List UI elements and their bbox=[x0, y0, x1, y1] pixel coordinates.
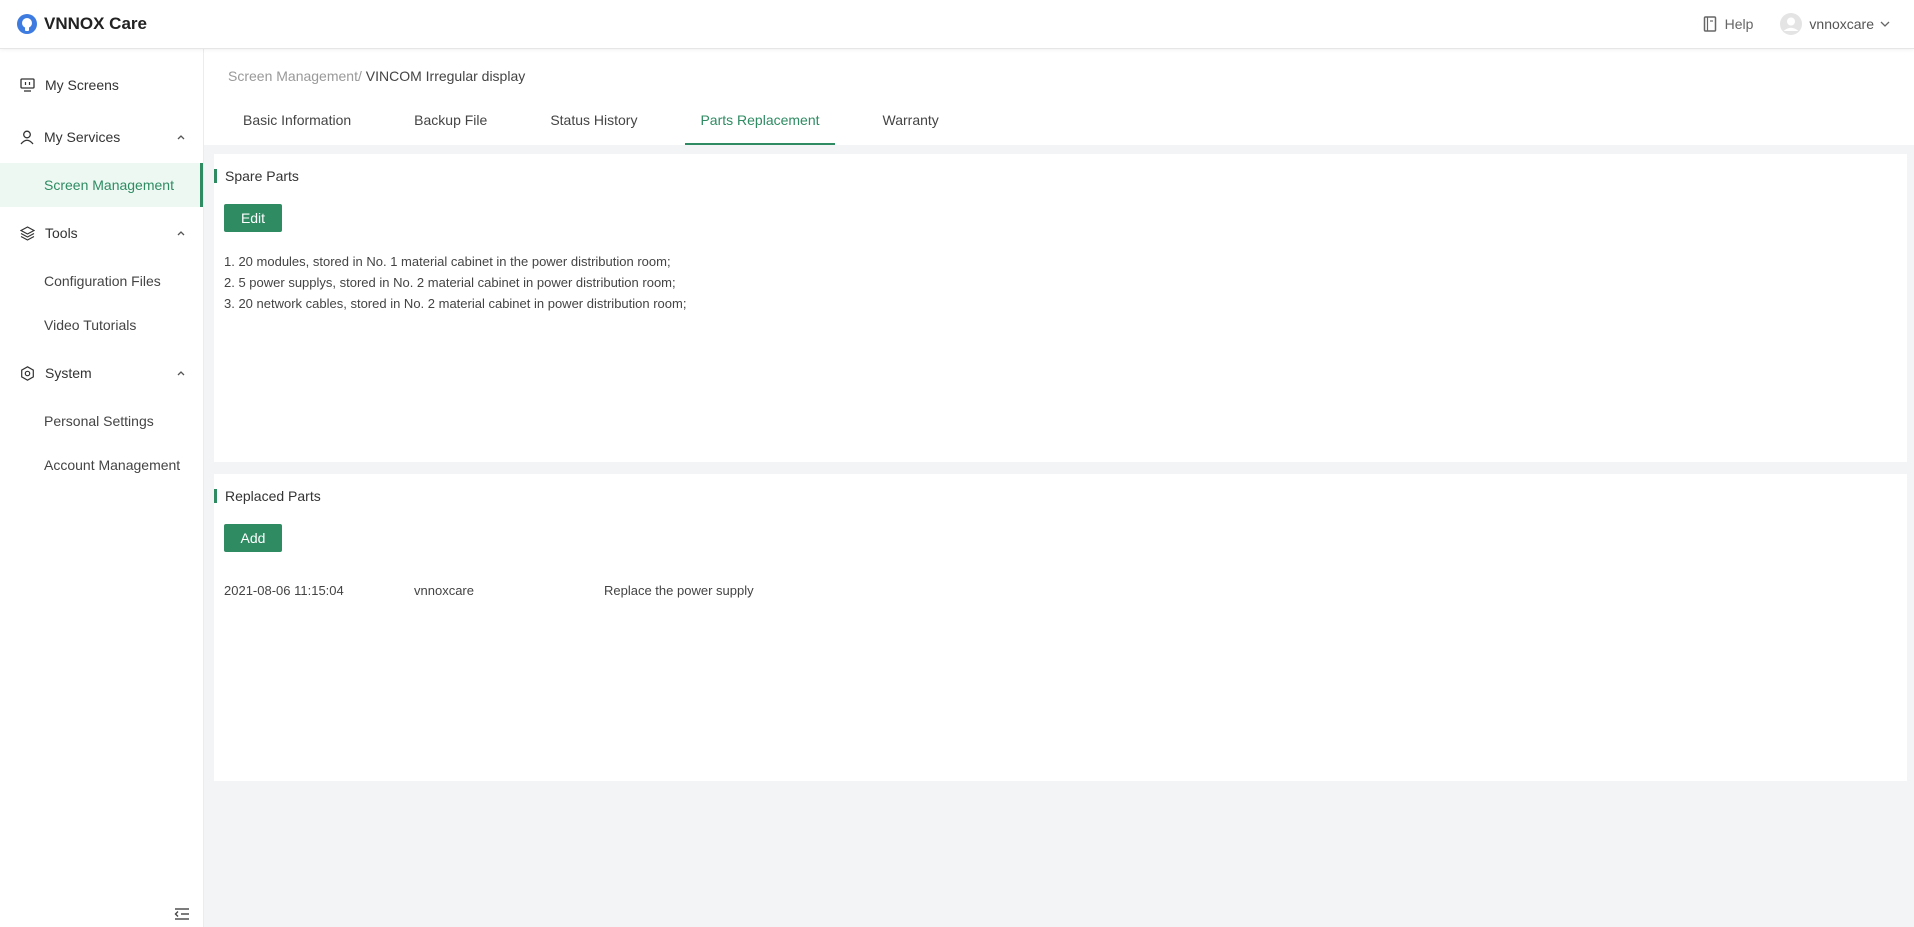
help-label: Help bbox=[1724, 16, 1754, 32]
list-item: 2. 5 power supplys, stored in No. 2 mate… bbox=[224, 275, 676, 290]
nav-my-services[interactable]: My Services bbox=[0, 111, 203, 163]
nav-label: Personal Settings bbox=[44, 413, 154, 429]
nav-personal-settings[interactable]: Personal Settings bbox=[0, 399, 203, 443]
user-menu[interactable]: vnnoxcare bbox=[1779, 12, 1890, 36]
main-content: Screen Management/ VINCOM Irregular disp… bbox=[204, 49, 1914, 927]
spare-parts-title: Spare Parts bbox=[214, 169, 299, 183]
chevron-up-icon bbox=[177, 230, 185, 235]
tab-bar: Basic Information Backup File Status His… bbox=[228, 99, 987, 145]
nav-account-management[interactable]: Account Management bbox=[0, 443, 203, 487]
record-description: Replace the power supply bbox=[604, 583, 754, 598]
spare-parts-list: 1. 20 modules, stored in No. 1 material … bbox=[224, 251, 686, 314]
spare-parts-card: Spare Parts Edit 1. 20 modules, stored i… bbox=[214, 154, 1907, 462]
nav-configuration-files[interactable]: Configuration Files bbox=[0, 259, 203, 303]
monitor-icon bbox=[20, 78, 35, 92]
nav-label: My Services bbox=[44, 129, 121, 145]
record-user: vnnoxcare bbox=[414, 583, 474, 598]
breadcrumb-parent[interactable]: Screen Management/ bbox=[228, 68, 362, 84]
nav-screen-management[interactable]: Screen Management bbox=[0, 163, 203, 207]
record-time: 2021-08-06 11:15:04 bbox=[224, 583, 344, 598]
user-avatar-icon bbox=[1780, 13, 1803, 35]
nav-tools[interactable]: Tools bbox=[0, 207, 203, 259]
chevron-up-icon bbox=[177, 370, 185, 375]
breadcrumb: Screen Management/ VINCOM Irregular disp… bbox=[228, 68, 525, 84]
tab-backup-file[interactable]: Backup File bbox=[399, 99, 502, 145]
replaced-parts-title: Replaced Parts bbox=[214, 489, 321, 503]
page-header: Screen Management/ VINCOM Irregular disp… bbox=[204, 49, 1914, 145]
nav-label: Configuration Files bbox=[44, 273, 161, 289]
nav-label: Tools bbox=[45, 225, 78, 241]
tab-basic-information[interactable]: Basic Information bbox=[228, 99, 366, 145]
person-icon bbox=[20, 130, 34, 144]
chevron-up-icon bbox=[177, 134, 185, 139]
collapse-menu-icon[interactable] bbox=[174, 907, 190, 921]
nav-label: Screen Management bbox=[44, 177, 174, 193]
sidebar: My Screens My Services Screen Management… bbox=[0, 49, 204, 927]
nav-label: Account Management bbox=[44, 457, 181, 473]
nav-label: Video Tutorials bbox=[44, 317, 137, 333]
nav-label: My Screens bbox=[45, 77, 119, 93]
brand-logo-icon bbox=[17, 14, 37, 34]
nav-system[interactable]: System bbox=[0, 347, 203, 399]
list-item: 1. 20 modules, stored in No. 1 material … bbox=[224, 254, 671, 269]
tab-status-history[interactable]: Status History bbox=[535, 99, 652, 145]
gear-icon bbox=[21, 365, 34, 381]
brand-name: VNNOX Care bbox=[44, 14, 147, 33]
nav-video-tutorials[interactable]: Video Tutorials bbox=[0, 303, 203, 347]
edit-button[interactable]: Edit bbox=[224, 204, 282, 232]
help-link[interactable]: Help bbox=[1703, 16, 1754, 32]
username: vnnoxcare bbox=[1809, 16, 1874, 32]
tab-warranty[interactable]: Warranty bbox=[868, 99, 954, 145]
add-button[interactable]: Add bbox=[224, 524, 282, 552]
tab-parts-replacement[interactable]: Parts Replacement bbox=[685, 99, 835, 145]
help-book-icon bbox=[1703, 16, 1716, 32]
brand[interactable]: VNNOX Care bbox=[16, 13, 147, 35]
replaced-parts-card: Replaced Parts Add 2021-08-06 11:15:04 v… bbox=[214, 474, 1907, 781]
layers-icon bbox=[20, 225, 35, 241]
list-item: 3. 20 network cables, stored in No. 2 ma… bbox=[224, 296, 687, 311]
breadcrumb-current: VINCOM Irregular display bbox=[361, 68, 526, 84]
nav-label: System bbox=[45, 365, 92, 381]
nav-my-screens[interactable]: My Screens bbox=[0, 59, 203, 111]
table-row: 2021-08-06 11:15:04 vnnoxcare Replace th… bbox=[224, 583, 754, 598]
chevron-down-icon bbox=[1880, 21, 1890, 27]
top-bar: VNNOX Care Help vnnoxcare bbox=[0, 0, 1914, 49]
